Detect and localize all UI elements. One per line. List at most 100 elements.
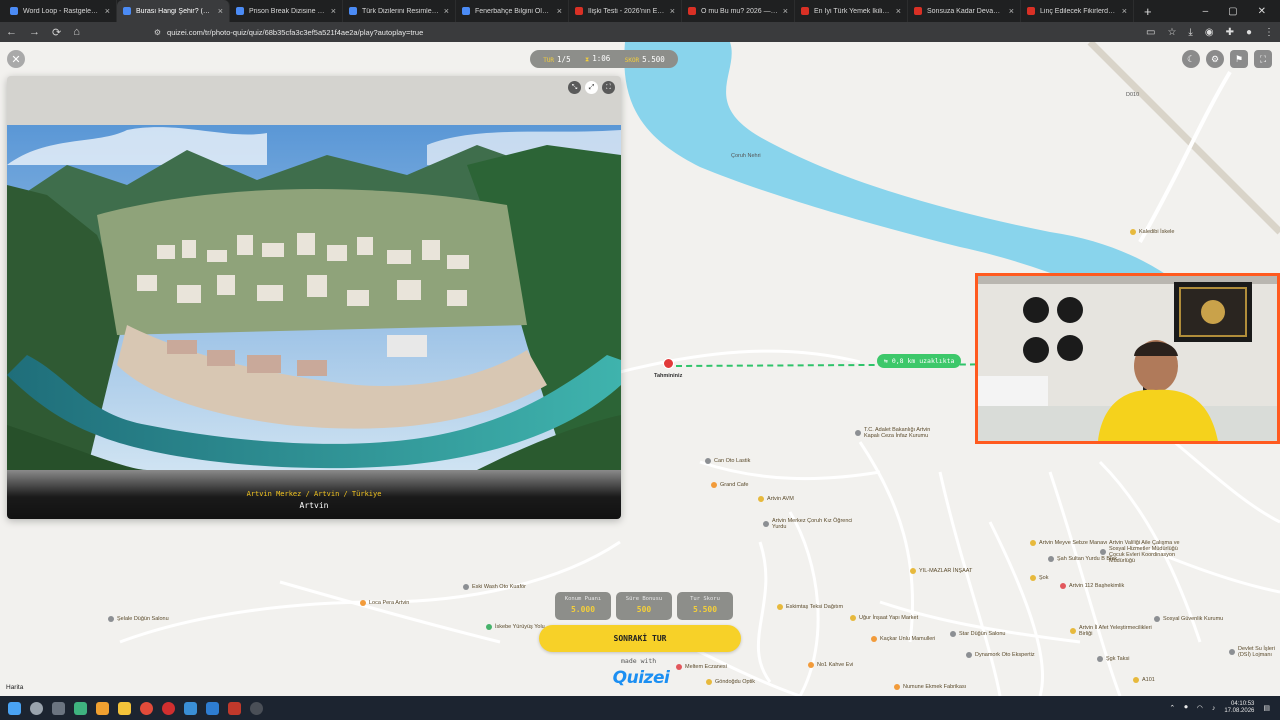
- menu-icon[interactable]: ⋮: [1264, 27, 1274, 38]
- map-label[interactable]: Sosyal Güvenlik Kurumu: [1154, 616, 1223, 622]
- collapse-icon[interactable]: ⤡: [568, 81, 581, 94]
- map-label[interactable]: Artvin AVM: [758, 496, 794, 502]
- map-label[interactable]: Çoruh Nehri: [731, 153, 761, 159]
- site-info-icon[interactable]: ⚙: [154, 28, 161, 37]
- map-label[interactable]: Şgk Taksi: [1097, 656, 1129, 662]
- tab-close-icon[interactable]: ×: [331, 6, 336, 16]
- map-label[interactable]: Şok: [1030, 575, 1048, 581]
- extension-icon[interactable]: ◉: [1205, 27, 1214, 38]
- home-icon[interactable]: ⌂: [73, 26, 80, 38]
- map-label[interactable]: Meltem Eczanesi: [676, 664, 727, 670]
- map-label[interactable]: Kaledibi İskele: [1130, 229, 1174, 235]
- tab-title: Sonsuza Kadar Devam Edecek İl...: [927, 7, 1004, 15]
- browser-tab[interactable]: O mu Bu mu? 2026 — Sevgilin... ×: [682, 0, 795, 22]
- maximize-icon[interactable]: ▢: [1228, 6, 1237, 17]
- tab-close-icon[interactable]: ×: [218, 6, 223, 16]
- map-label[interactable]: Artvin Valiliği Aile Çalışma ve Sosyal H…: [1100, 540, 1190, 564]
- dark-mode-button[interactable]: ☾: [1182, 50, 1200, 68]
- start-icon[interactable]: [8, 701, 21, 715]
- search-icon[interactable]: [30, 701, 43, 715]
- download-icon[interactable]: ⤓: [1188, 27, 1192, 38]
- browser-tab[interactable]: Fenerbahçe Bilgini Ölç - Quizei ×: [456, 0, 569, 22]
- map-label[interactable]: No1 Kahve Evi: [808, 662, 853, 668]
- forward-icon[interactable]: →: [29, 26, 40, 38]
- file-explorer-icon[interactable]: [118, 701, 131, 715]
- map-label[interactable]: A101: [1133, 677, 1155, 683]
- close-window-icon[interactable]: ✕: [1258, 6, 1266, 17]
- close-button[interactable]: ✕: [7, 50, 25, 68]
- tab-close-icon[interactable]: ×: [670, 6, 675, 16]
- new-tab-button[interactable]: +: [1134, 4, 1162, 19]
- browser-tab[interactable]: Prison Break Dizisine Ne Kadar... ×: [230, 0, 343, 22]
- quizei-logo[interactable]: Quizei: [610, 666, 672, 690]
- fullscreen-button[interactable]: ⛶: [1254, 50, 1272, 68]
- map-label[interactable]: Artvin İl Afet Yeleştirmecilikleri Birli…: [1070, 625, 1160, 637]
- map-label[interactable]: T.C. Adalet Bakanlığı Artvin Kapalı Ceza…: [855, 427, 945, 439]
- wall-shield: [1023, 337, 1049, 363]
- map-label[interactable]: Numune Ekmek Fabrikası: [894, 684, 966, 690]
- map-label[interactable]: D010: [1126, 92, 1139, 98]
- browser-tab[interactable]: İlişki Testi - 2026'nın En Viral Te... ×: [569, 0, 682, 22]
- map-attribution[interactable]: Harita: [6, 684, 23, 691]
- tab-close-icon[interactable]: ×: [105, 6, 110, 16]
- browser-tab[interactable]: Türk Dizilerini Resimlerden Tahmin... ×: [343, 0, 456, 22]
- map-label[interactable]: Artvin 112 Başhekimlik: [1060, 583, 1124, 589]
- install-app-icon[interactable]: ▭: [1146, 27, 1155, 38]
- map-label[interactable]: Star Düğün Salonu: [950, 631, 1005, 637]
- map-label[interactable]: Göndoğdu Optik: [706, 679, 755, 685]
- fullscreen-photo-icon[interactable]: ⛶: [602, 81, 615, 94]
- puzzle-icon[interactable]: ✚: [1226, 27, 1234, 38]
- url-field[interactable]: ⚙ quizei.com/tr/photo-quiz/quiz/68b35cfa…: [154, 24, 1134, 40]
- notepad-icon[interactable]: [184, 701, 197, 715]
- browser-tab[interactable]: En İyi Türk Yemek İkilisi Hangisi... ×: [795, 0, 908, 22]
- next-round-button[interactable]: SONRAKİ TUR: [539, 625, 741, 652]
- map-label[interactable]: Şelale Düğün Salonu: [108, 616, 169, 622]
- chrome-icon[interactable]: [140, 701, 153, 715]
- network-icon[interactable]: ◠: [1197, 704, 1203, 712]
- bookmark-star-icon[interactable]: ☆: [1167, 27, 1176, 38]
- copilot-icon[interactable]: [74, 701, 87, 715]
- system-tray: ⌃ ⏺ ◠ ♪ 04:10:53 17.08.2026 ▤: [1169, 701, 1280, 715]
- map-label[interactable]: Devlet Su İşleri (DSİ) Lojmanı: [1229, 646, 1280, 658]
- tab-close-icon[interactable]: ×: [1009, 6, 1014, 16]
- map-label[interactable]: Artvin Merkez Çoruh Kız Öğrenci Yurdu: [763, 518, 853, 530]
- map-label[interactable]: YIL-MAZLAR İNŞAAT: [910, 568, 972, 574]
- settings-button[interactable]: ⚙: [1206, 50, 1224, 68]
- browser-tab[interactable]: Burası Hangi Şehir? (Türkiye) - Quizei ×: [117, 0, 230, 22]
- map-label[interactable]: Can Oto Lastik: [705, 458, 750, 464]
- chevron-up-icon[interactable]: ⌃: [1169, 704, 1175, 712]
- tab-close-icon[interactable]: ×: [896, 6, 901, 16]
- tab-close-icon[interactable]: ×: [557, 6, 562, 16]
- map-label[interactable]: Kaçkar Unlu Mamulleri: [871, 636, 935, 642]
- task-view-icon[interactable]: [52, 701, 65, 715]
- map-label[interactable]: İskebe Yürüyüş Yolu: [486, 624, 545, 630]
- map-label[interactable]: Dynamork Oto Ekspertiz: [966, 652, 1035, 658]
- clock[interactable]: 04:10:53 17.08.2026: [1224, 701, 1254, 715]
- vscode-icon[interactable]: [206, 701, 219, 715]
- tab-close-icon[interactable]: ×: [1122, 6, 1127, 16]
- map-label[interactable]: Eski Wash Oto Kuaför: [463, 584, 526, 590]
- map-label[interactable]: Uğur İnşaat Yapı Market: [850, 615, 918, 621]
- expand-icon[interactable]: ⤢: [585, 81, 598, 94]
- browser-tab[interactable]: Sonsuza Kadar Devam Edecek İl... ×: [908, 0, 1021, 22]
- back-icon[interactable]: ←: [6, 26, 17, 38]
- firefox-icon[interactable]: [96, 701, 109, 715]
- map-label[interactable]: Loca Pera Artvin: [360, 600, 409, 606]
- mic-icon[interactable]: ⏺: [1184, 704, 1188, 712]
- browser-tab[interactable]: Word Loop - Rastgele - Quizei ×: [4, 0, 117, 22]
- tab-close-icon[interactable]: ×: [444, 6, 449, 16]
- map-label[interactable]: Grand Cafe: [711, 482, 748, 488]
- recording-app-icon[interactable]: [228, 701, 241, 715]
- browser-tab[interactable]: Linç Edilecek Fikirlerden Hangisi... ×: [1021, 0, 1134, 22]
- tab-close-icon[interactable]: ×: [783, 6, 788, 16]
- reload-icon[interactable]: ⟳: [52, 26, 61, 39]
- opera-icon[interactable]: [162, 701, 175, 715]
- report-button[interactable]: ⚑: [1230, 50, 1248, 68]
- minimize-icon[interactable]: –: [1203, 6, 1209, 17]
- map-label[interactable]: Eskimtaş Teksi Dağıtım: [777, 604, 843, 610]
- settings-app-icon[interactable]: [250, 701, 263, 715]
- notifications-icon[interactable]: ▤: [1263, 704, 1270, 712]
- profile-icon[interactable]: ●: [1246, 27, 1252, 38]
- map-label[interactable]: Artvin Meyve Sebze Manavı: [1030, 540, 1107, 546]
- volume-icon[interactable]: ♪: [1212, 705, 1216, 712]
